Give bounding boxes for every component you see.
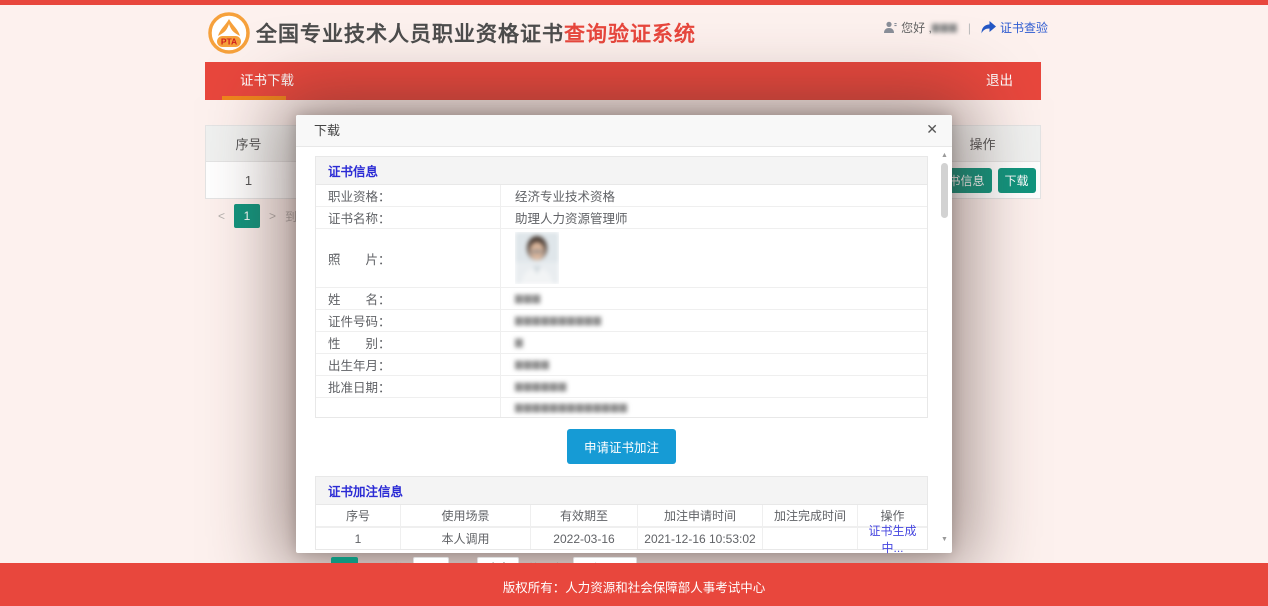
- col-finish-time: 加注完成时间: [763, 505, 858, 526]
- field-label: 姓 名：: [316, 288, 501, 309]
- cert-generating-link[interactable]: 证书生成中...: [858, 522, 927, 556]
- field-label: 证书名称：: [316, 207, 501, 228]
- annotation-row: 1 本人调用 2022-03-16 2021-12-16 10:53:02 证书…: [316, 527, 927, 549]
- cell-apply-time: 2021-12-16 10:53:02: [638, 528, 763, 549]
- annotation-section-title: 证书加注信息: [316, 477, 927, 505]
- field-label: 照 片：: [316, 229, 501, 287]
- modal-body: 证书信息 职业资格： 经济专业技术资格 证书名称： 助理人力资源管理师 照 片：: [296, 148, 952, 553]
- user-bar: 您好 , ▆▆▆ | 证书查验: [883, 19, 1048, 36]
- apply-annotation-button[interactable]: 申请证书加注: [567, 429, 676, 464]
- field-label: 批准日期：: [316, 376, 501, 397]
- col-scene: 使用场景: [401, 505, 531, 526]
- field-value: 助理人力资源管理师: [501, 207, 927, 228]
- annotation-header-row: 序号 使用场景 有效期至 加注申请时间 加注完成时间 操作: [316, 505, 927, 527]
- greeting-text: 您好 ,: [901, 19, 932, 36]
- footer: 版权所有：人力资源和社会保障部人事考试中心: [0, 563, 1268, 606]
- field-value: 经济专业技术资格: [501, 185, 927, 206]
- field-value: [501, 229, 927, 287]
- logout-button[interactable]: 退出: [986, 62, 1013, 100]
- apply-button-wrap: 申请证书加注: [315, 429, 928, 464]
- field-value-redacted: ▆: [501, 336, 927, 349]
- field-value-redacted: ▆▆▆▆▆▆▆▆▆▆▆▆▆: [501, 401, 927, 414]
- field-label: 性 别：: [316, 332, 501, 353]
- active-tab-indicator: [222, 96, 286, 100]
- field-value-redacted: ▆▆▆▆▆▆▆▆▆▆: [501, 314, 927, 327]
- next-page-icon[interactable]: >: [269, 209, 276, 223]
- col-header-action-label: 操作: [969, 134, 995, 153]
- modal-scrollbar[interactable]: ▲ ▼: [939, 151, 950, 545]
- cell-valid-until: 2022-03-16: [531, 528, 638, 549]
- main-nav: 证书下载 退出: [205, 62, 1041, 100]
- scroll-up-icon[interactable]: ▲: [939, 151, 950, 161]
- scroll-down-icon[interactable]: ▼: [939, 535, 950, 545]
- field-value-redacted: ▆▆▆: [501, 292, 927, 305]
- page-1-button[interactable]: 1: [234, 204, 260, 228]
- brand: PTA 全国专业技术人员职业资格证书查询验证系统: [208, 12, 696, 54]
- info-row-qualification: 职业资格： 经济专业技术资格: [316, 185, 927, 207]
- separator: |: [968, 21, 971, 35]
- cert-verify-link[interactable]: 证书查验: [981, 19, 1048, 36]
- close-icon[interactable]: ✕: [926, 122, 938, 136]
- page-header: PTA 全国专业技术人员职业资格证书查询验证系统 您好 , ▆▆▆ | 证书查验: [0, 5, 1268, 62]
- annotation-table: 证书加注信息 序号 使用场景 有效期至 加注申请时间 加注完成时间 操作 1 本…: [315, 476, 928, 550]
- col-valid-until: 有效期至: [531, 505, 638, 526]
- copyright-text: 版权所有：人力资源和社会保障部人事考试中心: [503, 581, 766, 595]
- info-row-gender: 性 别： ▆: [316, 332, 927, 354]
- info-row-birth-date: 出生年月： ▆▆▆▆: [316, 354, 927, 376]
- col-header-seq: 序号: [206, 134, 291, 153]
- info-row-name: 姓 名： ▆▆▆: [316, 288, 927, 310]
- user-icon: [883, 21, 897, 34]
- tab-cert-download[interactable]: 证书下载: [240, 62, 294, 100]
- field-label: 职业资格：: [316, 185, 501, 206]
- modal-title: 下载: [296, 115, 952, 147]
- row-seq: 1: [206, 173, 291, 188]
- page-title-accent: 查询验证系统: [564, 18, 696, 48]
- download-button[interactable]: 下载: [998, 168, 1036, 193]
- field-label: 证件号码：: [316, 310, 501, 331]
- info-row-photo: 照 片：: [316, 229, 927, 288]
- cell-finish-time: [763, 528, 858, 549]
- cert-info-table: 证书信息 职业资格： 经济专业技术资格 证书名称： 助理人力资源管理师 照 片：: [315, 156, 928, 418]
- field-value-redacted: ▆▆▆▆▆▆: [501, 380, 927, 393]
- id-photo: [515, 232, 559, 284]
- cell-seq: 1: [316, 528, 401, 549]
- col-seq: 序号: [316, 505, 401, 526]
- info-row-cert-name: 证书名称： 助理人力资源管理师: [316, 207, 927, 229]
- cert-verify-label: 证书查验: [1000, 19, 1048, 36]
- svg-text:PTA: PTA: [221, 37, 237, 47]
- pta-logo-icon: PTA: [208, 12, 250, 54]
- user-name-redacted: ▆▆▆: [932, 22, 958, 33]
- field-value-redacted: ▆▆▆▆: [501, 358, 927, 371]
- scrollbar-thumb[interactable]: [941, 163, 948, 218]
- cell-scene: 本人调用: [401, 528, 531, 549]
- info-row-id-number: 证件号码： ▆▆▆▆▆▆▆▆▆▆: [316, 310, 927, 332]
- page-title: 全国专业技术人员职业资格证书: [256, 18, 564, 48]
- cert-info-section-title: 证书信息: [316, 157, 927, 185]
- info-row-approval-date: 批准日期： ▆▆▆▆▆▆: [316, 376, 927, 398]
- prev-page-icon[interactable]: <: [218, 209, 225, 223]
- jump-arrow-icon: [981, 21, 996, 34]
- col-apply-time: 加注申请时间: [638, 505, 763, 526]
- field-label: [316, 398, 501, 417]
- download-modal: 下载 ✕ 证书信息 职业资格： 经济专业技术资格 证书名称： 助理人力资源管理师…: [296, 115, 952, 553]
- info-row-extra: ▆▆▆▆▆▆▆▆▆▆▆▆▆: [316, 398, 927, 417]
- field-label: 出生年月：: [316, 354, 501, 375]
